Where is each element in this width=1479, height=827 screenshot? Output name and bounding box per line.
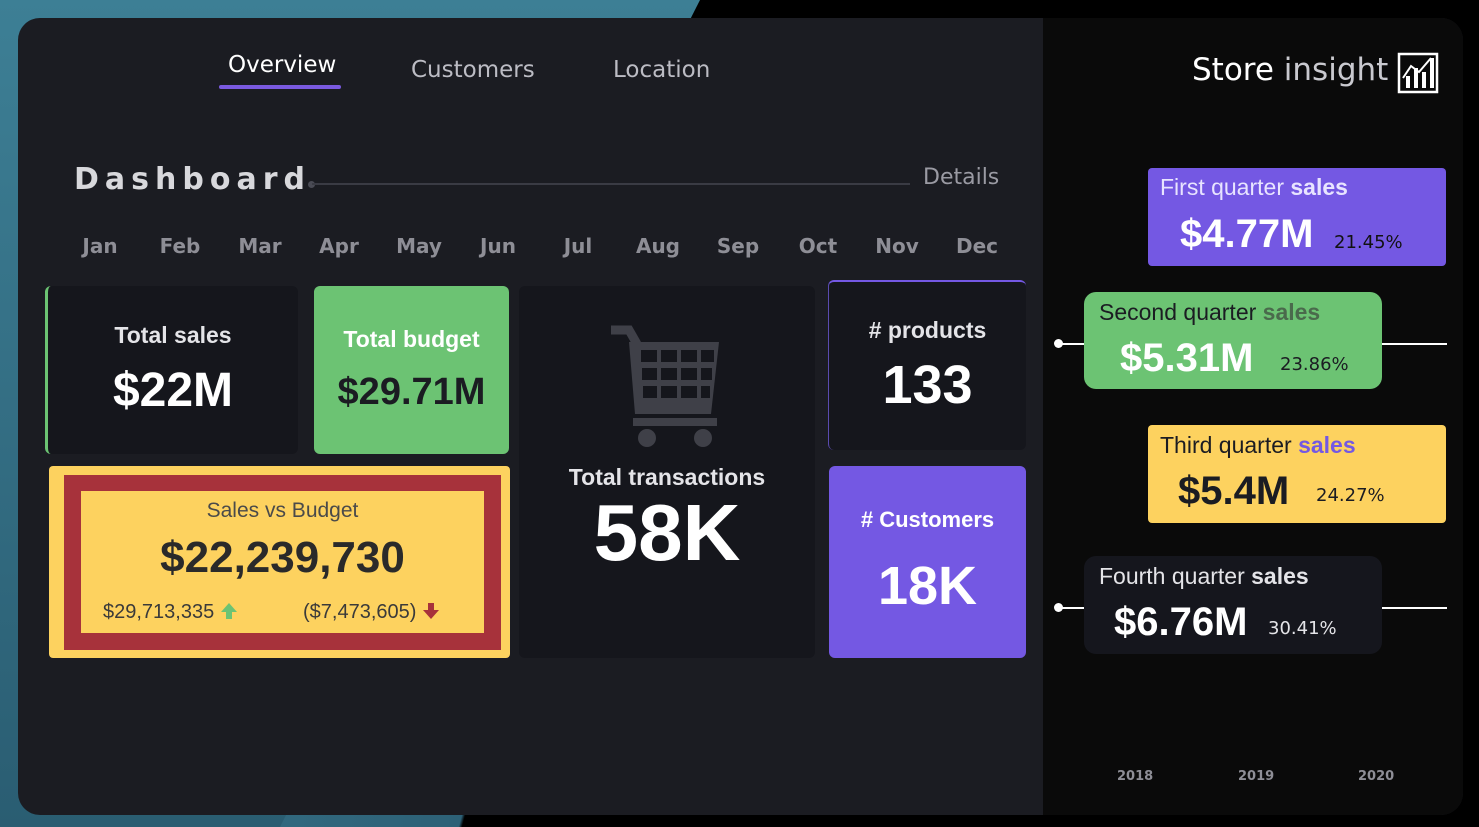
products-label: # products [868,316,987,343]
first-quarter-value: $4.77M [1180,212,1314,256]
month-may[interactable]: May [379,234,459,258]
total-budget-card[interactable]: Total budget $29.71M [314,286,509,454]
year-2020[interactable]: 2020 [1358,769,1394,784]
sales-vs-budget-border: Sales vs Budget $22,239,730 $29,713,335 … [64,475,501,650]
details-link[interactable]: Details [923,165,999,190]
total-sales-value: $22M [112,364,234,417]
tab-location[interactable]: Location [613,57,710,83]
sales-vs-budget-title: Sales vs Budget [206,499,359,522]
sales-vs-budget-inner: Sales vs Budget $22,239,730 $29,713,335 … [81,491,484,633]
month-sep[interactable]: Sep [698,234,778,258]
sales-vs-budget-value: $22,239,730 [160,533,405,582]
second-quarter-pct: 23.86% [1280,354,1349,375]
customers-label: # Customers [860,507,995,532]
connector-q2-right [1382,343,1447,345]
bar-chart-icon [1397,52,1439,94]
products-value: 133 [882,354,973,415]
second-quarter-value: $5.31M [1120,336,1254,380]
month-filter: Jan Feb Mar Apr May Jun Jul Aug Sep Oct … [60,234,1020,264]
fourth-quarter-pct: 30.41% [1268,618,1337,639]
total-transactions-value: 58K [593,488,741,577]
total-sales-card[interactable]: Total sales $22M [45,286,298,454]
first-quarter-pct: 21.45% [1334,232,1403,253]
sales-vs-budget-card[interactable]: Sales vs Budget $22,239,730 $29,713,335 … [49,466,510,658]
tab-active-indicator [219,85,341,89]
products-card[interactable]: # products 133 [828,280,1026,450]
month-dec[interactable]: Dec [937,234,1017,258]
total-transactions-label: Total transactions [568,464,766,490]
arrow-up-icon [220,603,237,619]
connector-q4-dot [1054,603,1063,612]
tab-customers[interactable]: Customers [411,57,535,83]
fourth-quarter-card[interactable]: Fourth quarter sales $6.76M 30.41% [1084,556,1382,654]
second-quarter-card[interactable]: Second quarter sales $5.31M 23.86% [1084,292,1382,389]
variance-amount-text: ($7,473,605) [303,601,417,623]
customers-value: 18K [877,556,978,616]
month-jan[interactable]: Jan [60,234,140,258]
month-nov[interactable]: Nov [857,234,937,258]
budget-amount: $29,713,335 [103,601,238,624]
customers-card[interactable]: # Customers 18K [829,466,1026,658]
budget-amount-text: $29,713,335 [103,601,215,623]
total-sales-label: Total sales [114,322,232,348]
month-aug[interactable]: Aug [618,234,698,258]
third-quarter-label: Third quarter sales [1160,432,1356,458]
third-quarter-value: $5.4M [1178,469,1290,513]
third-quarter-pct: 24.27% [1316,485,1385,506]
month-feb[interactable]: Feb [140,234,220,258]
fourth-quarter-value: $6.76M [1114,600,1248,644]
shopping-cart-icon [611,325,719,447]
connector-q4-right [1382,607,1447,609]
total-transactions-card[interactable]: Total transactions 58K [519,286,815,658]
year-2019[interactable]: 2019 [1238,769,1274,784]
variance-amount: ($7,473,605) [303,601,440,624]
month-mar[interactable]: Mar [220,234,300,258]
brand-title: Store insight [1192,52,1388,88]
divider-line [312,183,910,185]
total-budget-label: Total budget [343,326,480,352]
first-quarter-card[interactable]: First quarter sales $4.77M 21.45% [1148,168,1446,266]
total-budget-value: $29.71M [337,371,486,413]
month-jun[interactable]: Jun [458,234,538,258]
second-quarter-label: Second quarter sales [1099,299,1321,325]
third-quarter-card[interactable]: Third quarter sales $5.4M 24.27% [1148,425,1446,523]
dashboard-title: Dashboard [74,162,311,197]
arrow-down-icon [422,603,439,619]
month-apr[interactable]: Apr [299,234,379,258]
year-2018[interactable]: 2018 [1117,769,1153,784]
brand-title-bold: Store [1192,52,1274,88]
brand-title-light: insight [1283,52,1389,88]
tab-overview[interactable]: Overview [228,52,336,78]
connector-q2-dot [1054,339,1063,348]
right-panel [1043,18,1463,815]
first-quarter-label: First quarter sales [1160,174,1348,200]
fourth-quarter-label: Fourth quarter sales [1099,563,1309,589]
month-oct[interactable]: Oct [778,234,858,258]
month-jul[interactable]: Jul [538,234,618,258]
